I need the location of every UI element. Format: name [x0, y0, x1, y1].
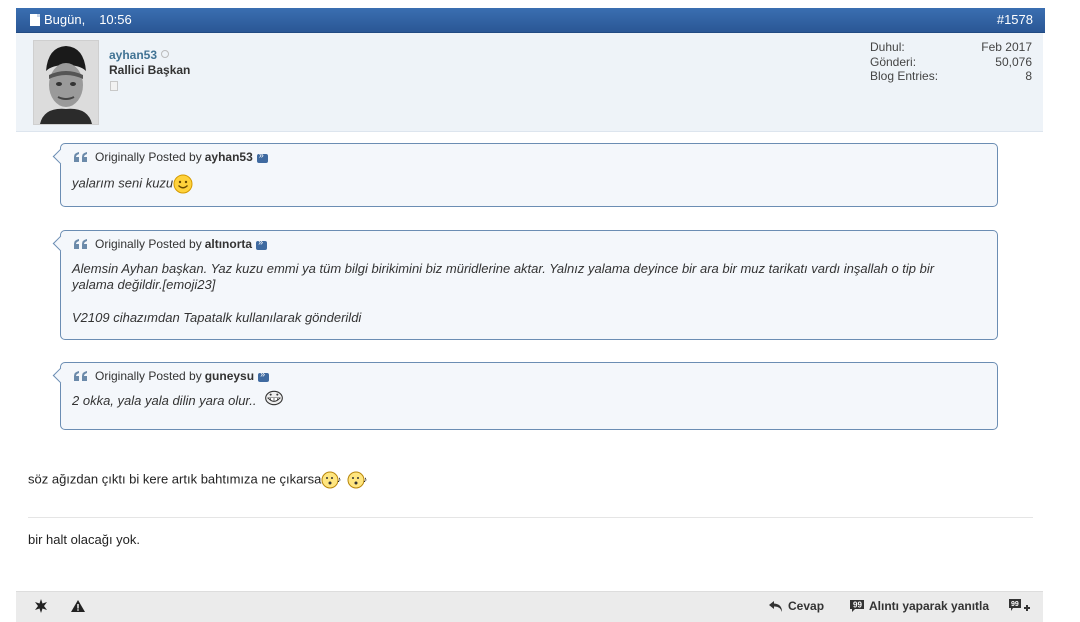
- date-label: Bugün,: [44, 12, 86, 27]
- quote-header: Originally Posted by guneysu: [73, 369, 270, 383]
- post-date: Bugün, 10:56: [30, 12, 132, 27]
- quote-author: altınorta: [204, 237, 253, 251]
- signature-divider: [28, 517, 1033, 518]
- user-title: Rallici Başkan: [109, 63, 191, 77]
- grin-icon: [265, 390, 284, 405]
- post-header: Bugün, 10:56 #1578: [16, 8, 1045, 33]
- stat-posts: Gönderi: 50,076: [870, 55, 1032, 70]
- quote-icon: [74, 370, 87, 381]
- reputation-icon: [110, 81, 118, 91]
- user-info-bar: ayhan53 Rallici Başkan Duhul: Feb 2017 Gö…: [16, 33, 1043, 132]
- reply-label: Cevap: [788, 599, 825, 613]
- whistle-icon: ♪: [321, 471, 341, 489]
- quote-text-line: Alemsin Ayhan başkan. Yaz kuzu emmi ya t…: [72, 261, 935, 276]
- view-post-icon[interactable]: [256, 237, 268, 250]
- svg-text:♪: ♪: [337, 475, 341, 484]
- stat-value: Feb 2017: [981, 40, 1032, 54]
- stat-label: Duhul:: [870, 40, 905, 54]
- quote-block: Originally Posted by ayhan53 yalarım sen…: [60, 143, 998, 207]
- message-text: söz ağızdan çıktı bi kere artık bahtımız…: [28, 471, 322, 487]
- stat-label: Gönderi:: [870, 54, 917, 69]
- post-footer: Cevap 99 Alıntı yaparak yanıtla 99: [16, 591, 1043, 622]
- quote-header: Originally Posted by altınorta: [73, 237, 268, 251]
- svg-text:♪: ♪: [363, 475, 367, 484]
- quote-reply-label: Alıntı yaparak yanıtla: [869, 599, 990, 613]
- quote-reply-button[interactable]: 99 Alıntı yaparak yanıtla: [849, 599, 989, 613]
- avatar[interactable]: [33, 40, 99, 125]
- quote-body: Alemsin Ayhan başkan. Yaz kuzu emmi ya t…: [72, 261, 934, 326]
- quote-blank-line: [72, 293, 934, 310]
- warning-icon[interactable]: [70, 598, 86, 614]
- message-line: söz ağızdan çıktı bi kere artık bahtımız…: [28, 470, 369, 490]
- stat-value: 50,076: [995, 54, 1032, 69]
- multi-quote-icon[interactable]: 99: [1008, 598, 1030, 614]
- username[interactable]: ayhan53: [109, 48, 170, 62]
- quote-prefix: Originally Posted by: [95, 369, 202, 383]
- quote-block: Originally Posted by altınorta Alemsin A…: [60, 230, 998, 340]
- quote-prefix: Originally Posted by: [95, 237, 202, 251]
- post-time: 10:56: [99, 12, 132, 27]
- quote-text-line: V2109 cihazımdan Tapatalk kullanılarak g…: [72, 310, 362, 325]
- quote-author: guneysu: [204, 369, 255, 383]
- quote-icon: [74, 238, 87, 249]
- blog-entries-link[interactable]: 8: [1025, 69, 1032, 84]
- quote-prefix: Originally Posted by: [95, 150, 202, 164]
- username-text[interactable]: ayhan53: [109, 48, 157, 62]
- reply-button[interactable]: Cevap: [768, 599, 824, 613]
- quote-text: 2 okka, yala yala dilin yara olur..: [72, 393, 257, 408]
- view-post-icon[interactable]: [258, 369, 270, 382]
- quote-text-line: yalama değildir.[emoji23]: [72, 277, 216, 292]
- quote-author: ayhan53: [204, 150, 253, 164]
- quote-block: Originally Posted by guneysu 2 okka, yal…: [60, 362, 998, 430]
- post-number-link[interactable]: #1578: [997, 12, 1033, 27]
- offline-status-icon: [161, 50, 170, 58]
- stat-joined: Duhul: Feb 2017: [870, 40, 1032, 55]
- user-stats: Duhul: Feb 2017 Gönderi: 50,076 Blog Entri…: [870, 40, 1032, 84]
- whistle-icon: ♪: [347, 471, 367, 489]
- smile-icon: [173, 174, 193, 194]
- quote-icon: [74, 151, 87, 162]
- star-icon[interactable]: [33, 598, 49, 614]
- quote-header: Originally Posted by ayhan53: [73, 150, 268, 164]
- post-content: Originally Posted by ayhan53 yalarım sen…: [16, 132, 1043, 590]
- svg-text:99: 99: [1011, 601, 1019, 608]
- signature-text: bir halt olacağı yok.: [28, 532, 141, 547]
- quote-body: 2 okka, yala yala dilin yara olur..: [72, 390, 284, 409]
- reply-icon: [769, 601, 782, 612]
- stat-label: Blog Entries:: [870, 69, 939, 83]
- stat-blog-entries: Blog Entries: 8: [870, 69, 1032, 84]
- svg-text:99: 99: [853, 601, 862, 610]
- quote-body: yalarım seni kuzu: [72, 174, 193, 194]
- document-icon: [30, 13, 40, 26]
- quote-text: yalarım seni kuzu: [72, 175, 174, 191]
- quote-bubble-icon: 99: [850, 600, 864, 612]
- view-post-icon[interactable]: [256, 150, 268, 163]
